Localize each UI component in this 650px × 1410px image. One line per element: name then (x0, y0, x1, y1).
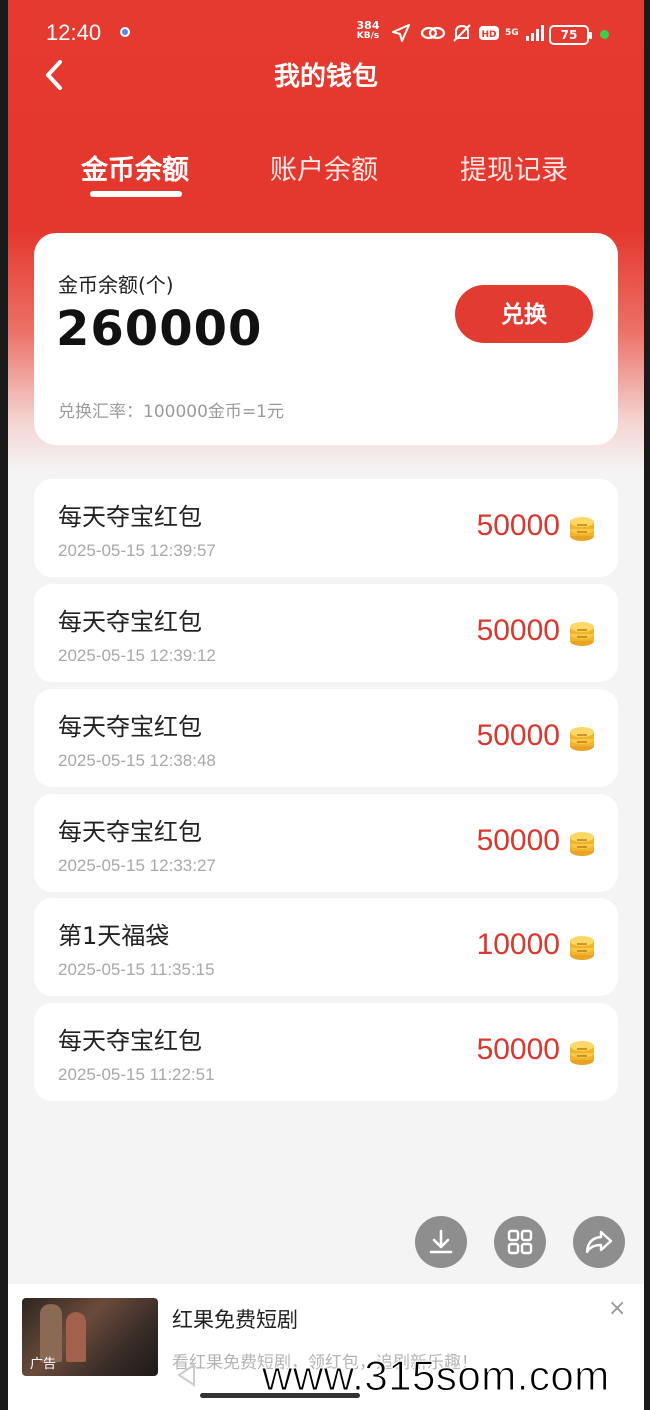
list-item: 每天夺宝红包 2025-05-15 12:39:12 50000 (34, 584, 618, 682)
record-amount: 50000 (476, 824, 560, 857)
coin-stack-icon (570, 517, 594, 541)
record-amount: 50000 (476, 614, 560, 647)
record-title: 每天夺宝红包 (58, 1027, 202, 1055)
coin-stack-icon (570, 727, 594, 751)
privacy-indicator-icon (600, 30, 609, 39)
nav-back-icon[interactable] (174, 1362, 200, 1388)
record-title: 每天夺宝红包 (58, 503, 202, 531)
exchange-button[interactable]: 兑换 (455, 285, 593, 343)
app-notification-icon (120, 27, 130, 37)
exchange-rate-text: 兑换汇率：100000金币=1元 (58, 402, 284, 422)
share-icon (585, 1230, 613, 1254)
ad-title[interactable]: 红果免费短剧 (172, 1304, 298, 1334)
status-bar: 12:40 384 KB/s HD 5G 75 (8, 0, 644, 62)
record-amount: 10000 (476, 928, 560, 961)
network-speed: 384 KB/s (351, 20, 385, 42)
record-title: 每天夺宝红包 (58, 713, 202, 741)
svg-text:HD: HD (481, 30, 496, 40)
record-title: 每天夺宝红包 (58, 608, 202, 636)
status-time: 12:40 (46, 20, 102, 45)
coin-stack-icon (570, 622, 594, 646)
record-amount: 50000 (476, 509, 560, 542)
tab-account-balance[interactable]: 账户余额 (270, 148, 378, 187)
watermark-text: www.315som.com (262, 1352, 610, 1400)
list-item: 每天夺宝红包 2025-05-15 11:22:51 50000 (34, 1003, 618, 1101)
record-time: 2025-05-15 11:22:51 (58, 1065, 215, 1084)
record-time: 2025-05-15 12:33:27 (58, 856, 216, 875)
signal-icon (525, 22, 547, 44)
ad-tag: 广告 (30, 1357, 57, 1372)
active-tab-indicator (90, 191, 182, 197)
record-amount: 50000 (476, 719, 560, 752)
record-time: 2025-05-15 12:38:48 (58, 751, 216, 770)
network-type-label: 5G (505, 27, 519, 38)
record-time: 2025-05-15 11:35:15 (58, 960, 215, 979)
share-button[interactable] (573, 1216, 625, 1268)
grid-icon (507, 1229, 533, 1255)
tab-coin-balance[interactable]: 金币余额 (81, 148, 189, 187)
download-icon (429, 1229, 453, 1254)
record-time: 2025-05-15 12:39:57 (58, 541, 216, 560)
coin-stack-icon (570, 1041, 594, 1065)
download-button[interactable] (415, 1216, 467, 1268)
record-title: 第1天福袋 (58, 922, 170, 950)
list-item: 第1天福袋 2025-05-15 11:35:15 10000 (34, 898, 618, 996)
mute-bell-icon (451, 22, 473, 44)
ad-thumbnail[interactable]: 广告 (22, 1298, 158, 1376)
network-speed-value: 384 (356, 19, 380, 32)
coin-stack-icon (570, 936, 594, 960)
list-item: 每天夺宝红包 2025-05-15 12:38:48 50000 (34, 689, 618, 787)
wallet-screen: 12:40 384 KB/s HD 5G 75 我的钱包 金币余额 账户余额 提… (8, 0, 644, 1410)
location-icon (391, 22, 411, 44)
tab-withdraw-records[interactable]: 提现记录 (460, 148, 568, 187)
coin-balance-value: 260000 (56, 301, 263, 357)
hd-icon: HD (478, 22, 500, 44)
battery-indicator: 75 (549, 25, 592, 45)
list-item: 每天夺宝红包 2025-05-15 12:33:27 50000 (34, 794, 618, 892)
link-icon (420, 22, 446, 44)
ad-close-button[interactable]: × (608, 1296, 626, 1321)
network-type: 5G (505, 22, 519, 44)
network-speed-unit: KB/s (356, 31, 380, 41)
coin-balance-card: 金币余额(个) 260000 兑换 兑换汇率：100000金币=1元 (34, 233, 618, 445)
list-item: 每天夺宝红包 2025-05-15 12:39:57 50000 (34, 479, 618, 577)
page-title: 我的钱包 (273, 62, 378, 92)
record-amount: 50000 (476, 1033, 560, 1066)
coin-balance-label: 金币余额(个) (58, 273, 174, 297)
record-title: 每天夺宝红包 (58, 818, 202, 846)
ad-thumbnail-figure (66, 1312, 86, 1362)
tab-bar: 金币余额 账户余额 提现记录 (8, 148, 644, 208)
grid-menu-button[interactable] (494, 1216, 546, 1268)
coin-stack-icon (570, 832, 594, 856)
record-time: 2025-05-15 12:39:12 (58, 646, 216, 665)
